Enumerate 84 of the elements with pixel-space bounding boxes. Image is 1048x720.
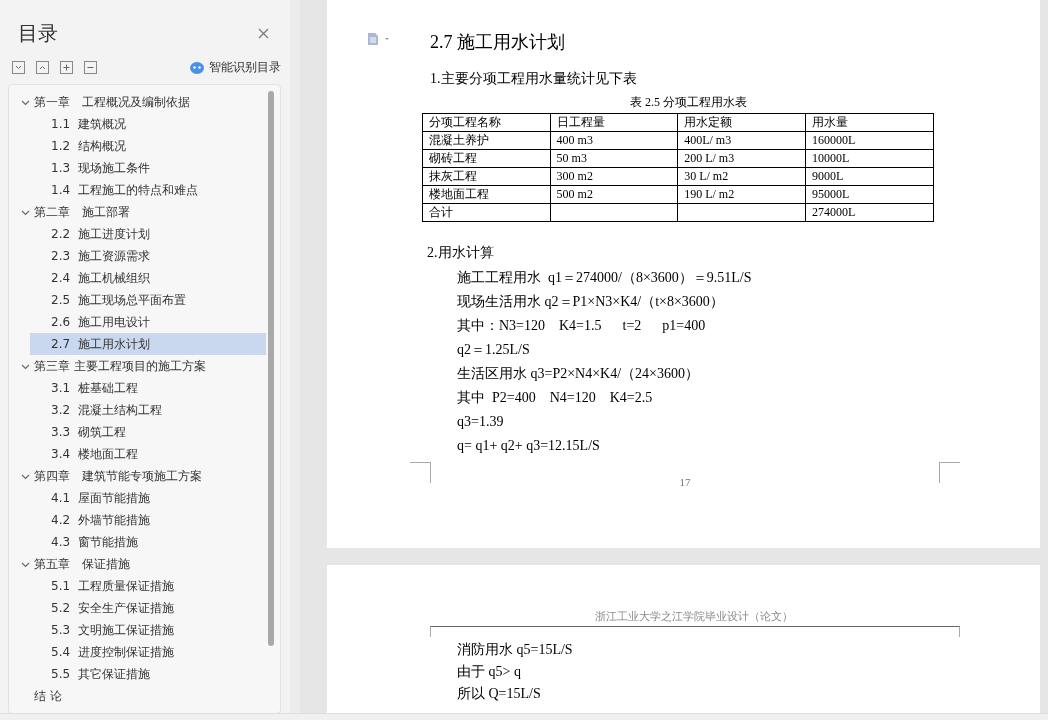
expand-up-icon[interactable] xyxy=(36,61,49,74)
chapter-label: 第一章 工程概况及编制依据 xyxy=(34,93,190,111)
column-header: 日工程量 xyxy=(550,113,678,132)
table-cell: 30 L/ m2 xyxy=(677,167,806,186)
toc-item[interactable]: 4.3 窗节能措施 xyxy=(30,531,266,553)
paragraph: 1.主要分项工程用水量统计见下表 xyxy=(430,70,638,88)
chapter-label: 结 论 xyxy=(34,687,62,705)
table-cell: 楼地面工程 xyxy=(422,185,551,204)
panel-title: 目录 xyxy=(18,20,58,47)
toc-item[interactable]: 1.2 结构概况 xyxy=(30,135,266,157)
toc-chapter[interactable]: 第三章 主要工程项目的施工方案 xyxy=(9,355,266,377)
chapter-label: 第三章 主要工程项目的施工方案 xyxy=(34,357,206,375)
toc-chapter[interactable]: 第二章 施工部署 xyxy=(9,201,266,223)
toc-item[interactable]: 3.2 混凝土结构工程 xyxy=(30,399,266,421)
collapse-all-icon[interactable] xyxy=(12,61,25,74)
page-number: 17 xyxy=(679,476,691,488)
toc-chapter[interactable]: 第四章 建筑节能专项施工方案 xyxy=(9,465,266,487)
column-header: 用水定额 xyxy=(677,113,806,132)
formula-line: q= q1+ q2+ q3=12.15L/S xyxy=(457,437,600,455)
table-cell: 砌砖工程 xyxy=(422,149,551,168)
table-cell: 300 m2 xyxy=(550,167,678,186)
table-cell: 50 m3 xyxy=(550,149,678,168)
table-cell: 200 L/ m3 xyxy=(677,149,806,168)
formula-line: 其中：N3=120 K4=1.5 t=2 p1=400 xyxy=(457,317,706,335)
formula-line: 生活区用水 q3=P2×N4×K4/（24×3600） xyxy=(457,365,699,383)
toc-item[interactable]: 1.1 建筑概况 xyxy=(30,113,266,135)
table-cell: 抹灰工程 xyxy=(422,167,551,186)
formula-line: 现场生活用水 q2＝P1×N3×K4/（t×8×3600） xyxy=(457,293,724,311)
table-cell: 500 m2 xyxy=(550,185,678,204)
crop-mark xyxy=(939,462,960,483)
plus-icon[interactable] xyxy=(60,61,73,74)
close-icon[interactable] xyxy=(258,28,269,39)
toc-chapter[interactable]: 结 论 xyxy=(9,685,266,707)
toc-item[interactable]: 4.1 屋面节能措施 xyxy=(30,487,266,509)
formula-line: 施工工程用水 q1＝274000/（8×3600）＝9.51L/S xyxy=(457,269,752,287)
toc-item[interactable]: 4.2 外墙节能措施 xyxy=(30,509,266,531)
toc-chapter[interactable]: 第一章 工程概况及编制依据 xyxy=(9,91,266,113)
table-cell: 混凝土养护 xyxy=(422,131,551,150)
toc-item[interactable]: 2.4 施工机械组织 xyxy=(30,267,266,289)
smart-toc-button[interactable]: 智能识别目录 xyxy=(190,59,281,76)
chapter-label: 第五章 保证措施 xyxy=(34,555,130,573)
section-heading: 2.7 施工用水计划 xyxy=(430,31,566,54)
toc-chapter[interactable]: 第五章 保证措施 xyxy=(9,553,266,575)
table-cell: 400 m3 xyxy=(550,131,678,150)
table-cell: 合计 xyxy=(422,203,551,222)
robot-icon xyxy=(190,61,204,74)
toc-item[interactable]: 5.2 安全生产保证措施 xyxy=(30,597,266,619)
table-caption: 表 2.5 分项工程用水表 xyxy=(629,94,748,111)
minus-icon[interactable] xyxy=(84,61,97,74)
formula-line: q3=1.39 xyxy=(457,413,504,431)
chapter-label: 第二章 施工部署 xyxy=(34,203,130,221)
toc-item[interactable]: 1.3 现场施工条件 xyxy=(30,157,266,179)
toc-item[interactable]: 5.1 工程质量保证措施 xyxy=(30,575,266,597)
table-cell: 274000L xyxy=(805,203,934,222)
crop-mark xyxy=(410,462,431,483)
toc-item[interactable]: 5.5 其它保证措施 xyxy=(30,663,266,685)
table-cell: 9000L xyxy=(805,167,934,186)
formula-line: 其中 P2=400 N4=120 K4=2.5 xyxy=(457,389,653,407)
chapter-label: 第四章 建筑节能专项施工方案 xyxy=(34,467,202,485)
table-cell: 160000L xyxy=(805,131,934,150)
toc-item[interactable]: 1.4 工程施工的特点和难点 xyxy=(30,179,266,201)
toc-item[interactable]: 2.5 施工现场总平面布置 xyxy=(30,289,266,311)
table-cell: 10000L xyxy=(805,149,934,168)
scrollbar-thumb[interactable] xyxy=(268,91,274,646)
text-line: 消防用水 q5=15L/S xyxy=(457,641,573,659)
toc-item[interactable]: 5.4 进度控制保证措施 xyxy=(30,641,266,663)
toc-item[interactable]: 2.3 施工资源需求 xyxy=(30,245,266,267)
toc-item[interactable]: 2.6 施工用电设计 xyxy=(30,311,266,333)
toc-item[interactable]: 2.2 施工进度计划 xyxy=(30,223,266,245)
column-header: 分项工程名称 xyxy=(422,113,551,132)
table-cell: 400L/ m3 xyxy=(677,131,806,150)
toc-item[interactable]: 5.3 文明施工保证措施 xyxy=(30,619,266,641)
toc-item[interactable]: 3.1 桩基础工程 xyxy=(30,377,266,399)
toc-item[interactable]: 3.4 楼地面工程 xyxy=(30,443,266,465)
page-header: 浙江工业大学之江学院毕业设计（论文） xyxy=(595,610,793,623)
subsection-heading: 2.用水计算 xyxy=(427,244,495,262)
table-cell: 190 L/ m2 xyxy=(677,185,806,204)
text-line: 由于 q5> q xyxy=(457,663,521,681)
table-cell: 95000L xyxy=(805,185,934,204)
toc-item[interactable]: 2.7 施工用水计划 xyxy=(30,333,266,355)
formula-line: q2＝1.25L/S xyxy=(457,341,530,359)
column-header: 用水量 xyxy=(805,113,934,132)
text-line: 所以 Q=15L/S xyxy=(457,685,541,703)
toc-item[interactable]: 3.3 砌筑工程 xyxy=(30,421,266,443)
